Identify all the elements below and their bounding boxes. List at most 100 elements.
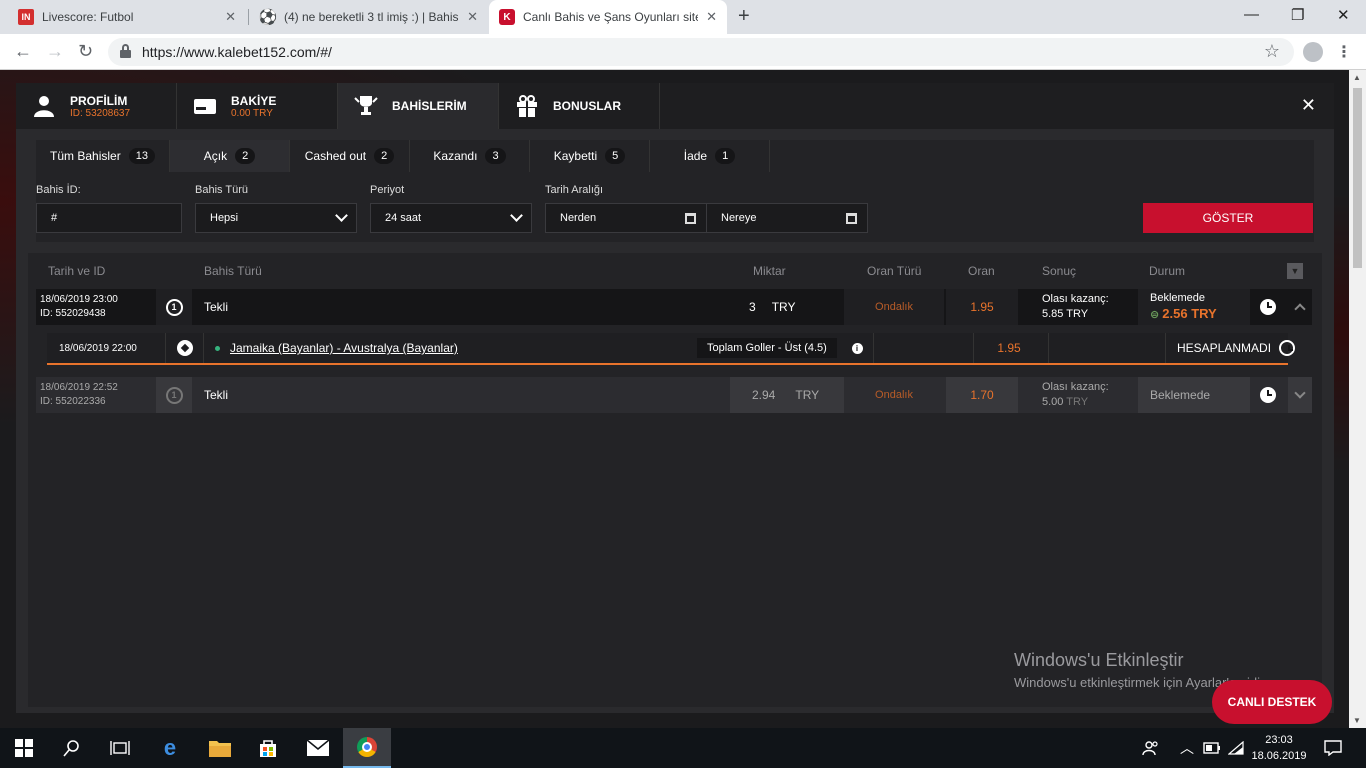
tab-profile[interactable]: PROFİLİM ID: 53208637 (16, 83, 177, 129)
filter-tab-cashed-out[interactable]: Cashed out 2 (290, 140, 410, 172)
kalebet-favicon-icon: K (499, 9, 515, 25)
account-modal: PROFİLİM ID: 53208637 BAKİYE 0.00 TRY BA… (16, 83, 1334, 713)
sport-cell (167, 333, 203, 363)
bookmark-star-icon[interactable]: ☆ (1264, 41, 1280, 62)
divider (1165, 333, 1166, 363)
forward-icon[interactable]: → (46, 41, 64, 62)
profile-id: ID: 53208637 (70, 107, 131, 119)
expand-toggle[interactable] (1288, 289, 1312, 325)
table-row[interactable]: 18/06/2019 22:52 ID: 552022336 1 Tekli 2… (36, 377, 1312, 413)
filter-tab-all[interactable]: Tüm Bahisler 13 (36, 140, 170, 172)
taskbar-clock[interactable]: 23:03 18.06.2019 (1244, 732, 1314, 764)
scrollbar-thumb[interactable] (1353, 88, 1362, 268)
bet-type-select[interactable]: Hepsi (195, 203, 357, 233)
clock-icon[interactable] (1279, 340, 1295, 356)
filter-tab-label: İade (683, 149, 708, 163)
selection-history-cell[interactable] (1277, 333, 1297, 363)
close-window-icon[interactable]: ✕ (1337, 6, 1350, 24)
bet-status: Beklemede (1138, 377, 1250, 413)
notifications-icon[interactable] (1324, 728, 1342, 768)
new-tab-icon[interactable]: + (738, 5, 750, 28)
task-view-icon[interactable] (96, 728, 144, 768)
odds-value: 1.95 (946, 289, 1018, 325)
battery-icon[interactable] (1203, 728, 1221, 768)
close-tab-icon[interactable]: ✕ (706, 9, 717, 25)
clock-icon[interactable] (1260, 299, 1276, 315)
address-bar[interactable]: https://www.kalebet152.com/#/ ☆ (108, 38, 1294, 66)
search-icon[interactable] (48, 728, 96, 768)
filter-tab-won[interactable]: Kazandı 3 (410, 140, 530, 172)
wallet-icon (193, 94, 217, 118)
wifi-icon[interactable] (1228, 728, 1244, 768)
calendar-icon[interactable] (685, 213, 696, 224)
table-row[interactable]: 18/06/2019 23:00 ID: 552029438 1 Tekli 3… (36, 289, 1312, 325)
filter-tab-refund[interactable]: İade 1 (650, 140, 770, 172)
minimize-icon[interactable]: — (1244, 6, 1259, 23)
close-tab-icon[interactable]: ✕ (225, 9, 236, 25)
account-tabs: PROFİLİM ID: 53208637 BAKİYE 0.00 TRY BA… (16, 83, 1334, 129)
bet-type: Tekli (204, 300, 229, 314)
tab-balance[interactable]: BAKİYE 0.00 TRY (177, 83, 338, 129)
market-info-cell[interactable]: i (847, 333, 867, 363)
edge-browser-icon[interactable]: e (146, 728, 194, 768)
count-badge: 5 (605, 148, 626, 164)
tab-label: BAKİYE (231, 93, 277, 108)
profile-avatar-icon[interactable] (1303, 42, 1323, 62)
chrome-taskbar-icon[interactable] (343, 728, 391, 768)
bet-id-label: Bahis İD: (36, 184, 81, 196)
cashout-value: 2.56 TRY (1162, 306, 1217, 321)
close-tab-icon[interactable]: ✕ (467, 9, 478, 25)
live-support-button[interactable]: CANLI DESTEK (1212, 680, 1332, 724)
mail-icon[interactable] (294, 728, 342, 768)
people-icon[interactable] (1142, 728, 1160, 768)
scroll-down-icon[interactable]: ▼ (1353, 716, 1361, 725)
tab-bonuses[interactable]: BONUSLAR (499, 83, 660, 129)
tab-my-bets[interactable]: BAHİSLERİM (338, 83, 499, 129)
tab-title: Canlı Bahis ve Şans Oyunları sites (523, 10, 698, 24)
store-icon[interactable] (244, 728, 292, 768)
bet-history-cell[interactable] (1250, 289, 1286, 325)
file-explorer-icon[interactable] (196, 728, 244, 768)
browser-tab-forum[interactable]: ⚽ (4) ne bereketli 3 tl imiş :) | Bahis … (250, 0, 488, 34)
info-icon[interactable]: i (851, 342, 863, 354)
watermark-title: Windows'u Etkinleştir (1014, 650, 1184, 670)
date-to-input[interactable]: Nereye (706, 203, 868, 233)
page: PROFİLİM ID: 53208637 BAKİYE 0.00 TRY BA… (0, 70, 1366, 728)
back-icon[interactable]: ← (14, 41, 32, 62)
cashout-amount[interactable]: ⊜ 2.56 TRY (1150, 306, 1217, 323)
column-header: Oran (968, 264, 995, 278)
bet-date: 18/06/2019 22:52 (40, 382, 118, 393)
clock-icon[interactable] (1260, 387, 1276, 403)
calendar-icon[interactable] (846, 213, 857, 224)
expand-toggle[interactable] (1288, 377, 1312, 413)
maximize-icon[interactable]: ❐ (1291, 6, 1304, 24)
soccer-ball-icon (177, 340, 193, 356)
bet-id: ID: 552029438 (40, 308, 106, 319)
reload-icon[interactable]: ↻ (78, 41, 93, 62)
show-button[interactable]: GÖSTER (1143, 203, 1313, 233)
start-button[interactable] (0, 728, 48, 768)
browser-menu-icon[interactable]: ⋮ (1336, 42, 1352, 62)
potential-win: Olası kazanç: 5.00 TRY (1042, 377, 1142, 413)
browser-tab-kalebet[interactable]: K Canlı Bahis ve Şans Oyunları sites ✕ (489, 0, 727, 34)
browser-tab-livescore[interactable]: IN Livescore: Futbol ✕ (8, 0, 246, 34)
potential-win-value: 5.85 TRY (1042, 308, 1089, 320)
match-link[interactable]: Jamaika (Bayanlar) - Avustralya (Bayanla… (230, 341, 458, 355)
scroll-up-icon[interactable]: ▲ (1353, 73, 1361, 82)
soccer-ball-favicon-icon: ⚽ (258, 9, 278, 26)
filter-tab-open[interactable]: Açık 2 (170, 140, 290, 172)
collapse-all-icon[interactable]: ▼ (1287, 263, 1303, 279)
browser-tab-bar: IN Livescore: Futbol ✕ ⚽ (4) ne bereketl… (0, 0, 1366, 34)
odds-type: Ondalık (844, 289, 944, 325)
period-select[interactable]: 24 saat (370, 203, 532, 233)
divider (1048, 333, 1049, 363)
page-scrollbar[interactable]: ▲ ▼ (1349, 70, 1366, 728)
bet-date-id: 18/06/2019 22:52 ID: 552022336 (36, 377, 156, 413)
bet-id-input[interactable]: # (36, 203, 182, 233)
date-from-input[interactable]: Nerden (545, 203, 707, 233)
bet-history-cell[interactable] (1250, 377, 1286, 413)
filter-tab-lost[interactable]: Kaybetti 5 (530, 140, 650, 172)
tab-label: PROFİLİM (70, 93, 128, 108)
show-hidden-icons-icon[interactable]: ︿ (1180, 728, 1194, 768)
close-modal-icon[interactable]: ✕ (1301, 95, 1316, 116)
